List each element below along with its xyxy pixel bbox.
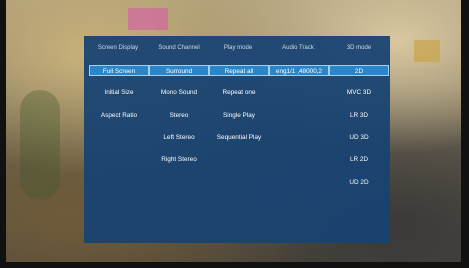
background-picture-frame bbox=[414, 40, 440, 62]
option-ud-3d[interactable]: UD 3D bbox=[329, 132, 389, 143]
option-sequential-play[interactable]: Sequential Play bbox=[209, 132, 269, 143]
header-screen-display: Screen Display bbox=[97, 45, 139, 51]
screen-bezel-left bbox=[0, 0, 6, 268]
background-plant bbox=[20, 90, 60, 200]
header-play-mode: Play mode bbox=[223, 45, 253, 51]
option-lr-2d[interactable]: LR 2D bbox=[329, 154, 389, 165]
option-audio-track-eng[interactable]: eng1/1 ,48000,2 bbox=[269, 65, 329, 76]
header-audio-track: Audio Track bbox=[282, 45, 314, 51]
header-3d-mode: 3D mode bbox=[346, 45, 372, 51]
option-mono-sound[interactable]: Mono Sound bbox=[149, 87, 209, 98]
screen-bezel-bottom bbox=[0, 262, 469, 268]
option-stereo[interactable]: Stereo bbox=[149, 110, 209, 121]
option-2d[interactable]: 2D bbox=[329, 65, 389, 76]
option-aspect-ratio[interactable]: Aspect Ratio bbox=[89, 110, 149, 121]
option-mvc-3d[interactable]: MVC 3D bbox=[329, 87, 389, 98]
header-sound-channel: Sound Channel bbox=[158, 45, 200, 51]
option-single-play[interactable]: Single Play bbox=[209, 110, 269, 121]
option-full-screen[interactable]: Full Screen bbox=[89, 65, 149, 76]
screen-bezel-right bbox=[461, 0, 469, 268]
option-surround[interactable]: Surround bbox=[149, 65, 209, 76]
option-initial-size[interactable]: Initial Size bbox=[89, 87, 149, 98]
option-repeat-one[interactable]: Repeat one bbox=[209, 87, 269, 98]
option-right-stereo[interactable]: Right Stereo bbox=[149, 154, 209, 165]
option-ud-2d[interactable]: UD 2D bbox=[329, 177, 389, 188]
option-repeat-all[interactable]: Repeat all bbox=[209, 65, 269, 76]
background-poster bbox=[128, 8, 168, 30]
option-left-stereo[interactable]: Left Stereo bbox=[149, 132, 209, 143]
option-lr-3d[interactable]: LR 3D bbox=[329, 110, 389, 121]
